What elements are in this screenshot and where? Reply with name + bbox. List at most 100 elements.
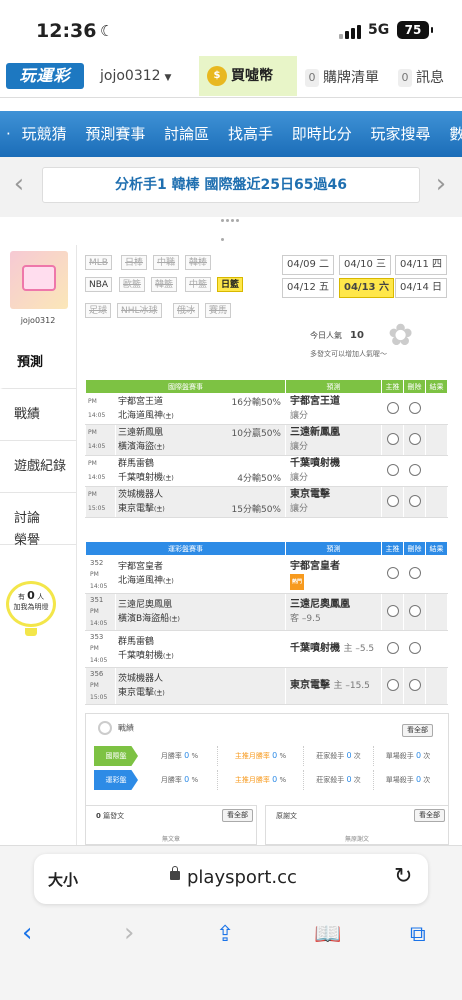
pick-team: 千葉噴射機 主 –5.5: [290, 643, 375, 654]
delete-radio-cell: [403, 424, 426, 456]
table-row: 352 PM 14:05 宇都宮皇者 北海道風神(主) 宇都宮皇者 熱門: [85, 555, 448, 594]
url-text[interactable]: playsport.cc: [187, 867, 297, 888]
chevron-right-icon[interactable]: ›: [430, 167, 452, 203]
delete-radio-cell: [403, 555, 426, 594]
star-pick-radio[interactable]: [386, 567, 399, 579]
delete-radio[interactable]: [408, 567, 421, 579]
bulb-unit: 人: [37, 593, 45, 601]
league-kbo[interactable]: 韓棒: [185, 255, 212, 270]
status-bar: 12:36 ☾ 5G 75: [0, 0, 462, 54]
lightbulb-follow[interactable]: 有 0 人 加我為明燈: [6, 581, 56, 636]
star-pick-radio[interactable]: [386, 432, 399, 445]
delete-radio[interactable]: [408, 641, 421, 654]
sidebar-item-honor[interactable]: 榮譽: [0, 515, 76, 567]
hot-badge: 熱門: [290, 573, 305, 590]
handicap-odds: 15分輸50%: [231, 505, 281, 515]
replies-view-all-button[interactable]: 看全部: [414, 809, 445, 822]
delete-radio-cell: [403, 630, 426, 668]
result-cell: [425, 630, 448, 668]
pick-team: 三遠尼奧鳳凰: [290, 599, 350, 610]
avatar[interactable]: [10, 251, 68, 309]
date-0414[interactable]: 04/14 日: [395, 278, 447, 298]
buy-coins-button[interactable]: $ 買噓幣: [199, 56, 297, 96]
home-team: 北海道風神(主): [118, 410, 174, 421]
nav-item-experts[interactable]: 找高手: [228, 111, 273, 157]
home-team: 橫濱B海盜船(主): [118, 613, 180, 624]
date-0412[interactable]: 04/12 五: [282, 278, 334, 298]
league-soccer[interactable]: 足球: [85, 303, 112, 318]
site-logo[interactable]: 玩運彩: [6, 63, 84, 89]
match-no: 352: [90, 558, 104, 567]
league-khl[interactable]: 俄冰: [173, 303, 200, 318]
bulb-text: 加我為明燈: [13, 603, 49, 611]
star-pick-radio[interactable]: [386, 678, 399, 691]
reload-icon[interactable]: ↻: [394, 864, 412, 889]
league-npb[interactable]: 日棒: [121, 255, 148, 270]
date-0410[interactable]: 04/10 三: [339, 255, 391, 275]
share-icon[interactable]: ⇪: [216, 922, 234, 947]
delete-radio-cell: [403, 667, 426, 705]
match-teams: 群馬雷鶴 千葉噴射機(主) 4分輸50%: [115, 455, 286, 487]
nav-bullet-icon: ·: [6, 125, 11, 143]
date-0411[interactable]: 04/11 四: [395, 255, 447, 275]
record-stat: 月勝率 0 %: [142, 770, 218, 790]
delete-radio[interactable]: [408, 494, 421, 507]
nav-item-forum[interactable]: 討論區: [164, 111, 209, 157]
cart-link[interactable]: 0 購牌清單: [305, 67, 379, 87]
user-menu[interactable]: jojo0312 ▼: [100, 68, 171, 84]
league-mlb[interactable]: MLB: [85, 255, 112, 270]
delete-radio[interactable]: [408, 604, 421, 617]
chevron-left-icon[interactable]: ‹: [8, 167, 30, 203]
league-kbl[interactable]: 韓籃: [151, 277, 178, 292]
nav-item-livescore[interactable]: 即時比分: [292, 111, 352, 157]
lottery-header-pick: 預測: [285, 541, 382, 556]
league-bleague[interactable]: 日籃: [217, 277, 244, 292]
text-size-button[interactable]: 大小: [48, 869, 78, 890]
league-nba[interactable]: NBA: [85, 277, 113, 292]
pick-type: 讓分: [290, 411, 309, 421]
league-cba[interactable]: 中籃: [185, 277, 212, 292]
star-pick-radio[interactable]: [386, 641, 399, 654]
forward-icon[interactable]: ›: [124, 918, 134, 948]
league-horse[interactable]: 賽馬: [205, 303, 232, 318]
league-nhl[interactable]: NHL冰球: [117, 303, 162, 318]
sidebar-item-predict[interactable]: 預測: [0, 337, 76, 389]
record-view-all-button[interactable]: 看全部: [402, 724, 433, 737]
star-pick-radio[interactable]: [386, 401, 399, 414]
browser-toolbar: 大小 playsport.cc ↻ ‹ › ⇪ 📖 ⧉: [0, 845, 462, 1000]
replies-box: 原謝文 看全部 無原謝文: [265, 805, 449, 845]
match-no: 356: [90, 670, 104, 678]
nav-item-predict[interactable]: 預測賽事: [85, 111, 145, 157]
league-cpbl[interactable]: 中職: [153, 255, 180, 270]
nav-item-data[interactable]: 數據: [449, 111, 462, 157]
messages-link[interactable]: 0 訊息: [398, 67, 444, 87]
delete-radio-cell: [403, 393, 426, 425]
date-0409[interactable]: 04/09 二: [282, 255, 334, 275]
address-bar[interactable]: 大小 playsport.cc ↻: [34, 854, 428, 904]
delete-radio[interactable]: [408, 678, 421, 691]
posts-view-all-button[interactable]: 看全部: [222, 809, 253, 822]
nav-item-player-search[interactable]: 玩家搜尋: [371, 111, 431, 157]
buy-label: 買噓幣: [231, 68, 273, 84]
delete-radio[interactable]: [408, 401, 421, 414]
star-pick-radio[interactable]: [386, 494, 399, 507]
back-icon[interactable]: ‹: [22, 918, 32, 948]
sidebar-item-record[interactable]: 戰績: [0, 389, 76, 441]
nav-item-guess[interactable]: 玩競猜: [22, 111, 67, 157]
pick-team: 三遠新鳳凰: [290, 427, 340, 438]
prediction-pick: 千葉噴射機 讓分: [285, 455, 382, 487]
bookmarks-icon[interactable]: 📖: [314, 922, 341, 947]
tabs-icon[interactable]: ⧉: [410, 922, 426, 947]
delete-radio[interactable]: [408, 432, 421, 445]
announcement-text[interactable]: 分析手1 韓棒 國際盤近25日65過46: [42, 167, 420, 203]
league-euro-bb[interactable]: 歐籃: [119, 277, 146, 292]
date-0413[interactable]: 04/13 六: [339, 278, 394, 298]
username: jojo0312: [100, 68, 161, 84]
star-pick-radio[interactable]: [386, 604, 399, 617]
caret-down-icon: ▼: [164, 73, 172, 83]
delete-radio[interactable]: [408, 463, 421, 476]
star-pick-radio[interactable]: [386, 463, 399, 476]
pick-line: 主 –5.5: [343, 644, 375, 654]
sidebar-item-game-log[interactable]: 遊戲紀錄: [0, 441, 76, 493]
prediction-pick: 宇都宮王道 讓分: [285, 393, 382, 425]
